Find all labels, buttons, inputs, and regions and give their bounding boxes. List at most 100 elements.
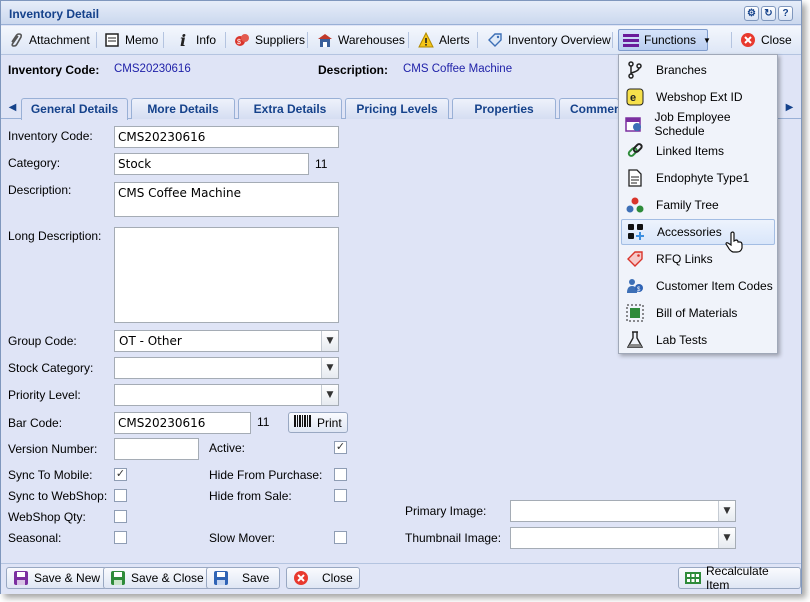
header-code-value: CMS20230616 (114, 63, 191, 75)
rfq-tag-icon (624, 248, 646, 270)
menu-item-bill-of-materials[interactable]: Bill of Materials (621, 300, 775, 326)
warehouse-icon (317, 32, 333, 48)
hide-from-sale-checkbox[interactable] (334, 489, 347, 502)
link-icon (624, 140, 646, 162)
accessories-icon (625, 221, 647, 243)
group-code-select[interactable]: OT - Other ▼ (114, 330, 339, 352)
menu-item-rfq-links[interactable]: RFQ Links (621, 246, 775, 272)
menu-item-lab-tests[interactable]: Lab Tests (621, 327, 775, 353)
priority-level-label: Priority Level: (8, 388, 81, 402)
bar-code-label: Bar Code: (8, 416, 63, 430)
menu-item-branches[interactable]: Branches (621, 57, 775, 83)
hide-from-purchase-label: Hide From Purchase: (209, 468, 323, 482)
stock-category-label: Stock Category: (8, 361, 94, 375)
warehouses-button[interactable]: Warehouses (313, 29, 409, 51)
toolbar: Attachment Memo i Info $ Suppliers Wareh… (1, 26, 801, 55)
category-field[interactable]: Stock (114, 153, 309, 175)
svg-text:$: $ (237, 39, 241, 46)
webshop-qty-checkbox[interactable] (114, 510, 127, 523)
version-number-field[interactable] (114, 438, 199, 460)
inventory-overview-button[interactable]: Inventory Overview (483, 29, 615, 51)
chevron-down-icon: ▼ (703, 35, 711, 45)
menu-item-webshop-ext-id[interactable]: e Webshop Ext ID (621, 84, 775, 110)
chevron-down-icon[interactable]: ▼ (321, 331, 338, 351)
tab-scroll-left-icon[interactable]: ◀ (5, 98, 20, 118)
tab-pricing-levels[interactable]: Pricing Levels (345, 98, 449, 119)
sync-mobile-label: Sync To Mobile: (8, 468, 93, 482)
save-close-icon (110, 570, 126, 586)
family-tree-icon (624, 194, 646, 216)
sync-mobile-checkbox[interactable]: ✓ (114, 468, 127, 481)
slow-mover-checkbox[interactable] (334, 531, 347, 544)
save-close-button[interactable]: Save & Close (103, 567, 211, 589)
title-bar: Inventory Detail ⚙ ↻ ? (1, 1, 801, 25)
active-label: Active: (209, 441, 246, 455)
chevron-down-icon[interactable]: ▼ (321, 385, 338, 405)
thumbnail-image-select[interactable]: ▼ (510, 527, 736, 549)
hide-from-sale-label: Hide from Sale: (209, 489, 292, 503)
functions-dropdown-menu: Branches e Webshop Ext ID Job Employee S… (618, 54, 778, 354)
group-code-label: Group Code: (8, 334, 77, 348)
close-button[interactable]: Close (286, 567, 360, 589)
suppliers-button[interactable]: $ Suppliers (230, 29, 309, 51)
description-field[interactable]: CMS Coffee Machine (114, 182, 339, 217)
active-checkbox[interactable]: ✓ (334, 441, 347, 454)
save-new-button[interactable]: Save & New (6, 567, 108, 589)
branches-icon (624, 59, 646, 81)
chevron-down-icon[interactable]: ▼ (321, 358, 338, 378)
attachment-button[interactable]: Attachment (4, 29, 94, 51)
alerts-button[interactable]: Alerts (414, 29, 474, 51)
toolbar-close-button[interactable]: Close (736, 29, 796, 51)
memo-icon (104, 32, 120, 48)
close-icon (293, 570, 309, 586)
flask-icon (624, 329, 646, 351)
barcode-icon (294, 415, 312, 430)
menu-item-linked-items[interactable]: Linked Items (621, 138, 775, 164)
chevron-down-icon[interactable]: ▼ (718, 501, 735, 521)
help-icon[interactable]: ? (778, 6, 793, 21)
priority-level-select[interactable]: ▼ (114, 384, 339, 406)
paperclip-icon (8, 32, 24, 48)
tab-general-details[interactable]: General Details (21, 98, 128, 120)
seasonal-checkbox[interactable] (114, 531, 127, 544)
webshop-icon: e (624, 86, 646, 108)
tab-more-details[interactable]: More Details (131, 98, 235, 119)
menu-item-accessories[interactable]: Accessories (621, 219, 775, 253)
header-description-label: Description: (318, 63, 389, 77)
bill-of-materials-icon (624, 302, 646, 324)
svg-text:e: e (630, 92, 636, 104)
print-barcode-button[interactable]: Print (288, 412, 348, 433)
document-icon (624, 167, 646, 189)
calculator-icon (685, 570, 701, 586)
bar-code-count: 11 (257, 415, 270, 429)
slow-mover-label: Slow Mover: (209, 531, 276, 545)
hide-from-purchase-checkbox[interactable] (334, 468, 347, 481)
sync-webshop-checkbox[interactable] (114, 489, 127, 502)
menu-item-endophyte-type1[interactable]: Endophyte Type1 (621, 165, 775, 191)
stock-category-select[interactable]: ▼ (114, 357, 339, 379)
recalculate-item-button[interactable]: Recalculate Item (678, 564, 801, 592)
category-label: Category: (8, 156, 61, 170)
primary-image-label: Primary Image: (405, 504, 487, 518)
tab-scroll-right-icon[interactable]: ▶ (782, 98, 797, 118)
inventory-code-field[interactable]: CMS20230616 (114, 126, 339, 148)
primary-image-select[interactable]: ▼ (510, 500, 736, 522)
tab-properties[interactable]: Properties (452, 98, 556, 119)
info-button[interactable]: i Info (171, 29, 220, 51)
settings-icon[interactable]: ⚙ (744, 6, 759, 21)
tab-comments[interactable]: Commen (559, 98, 619, 119)
category-count: 11 (315, 157, 328, 171)
long-description-field[interactable] (114, 227, 339, 323)
chevron-down-icon[interactable]: ▼ (718, 528, 735, 548)
menu-item-customer-item-codes[interactable]: $ Customer Item Codes (621, 273, 775, 299)
functions-button[interactable]: Functions ▼ (618, 29, 711, 51)
suppliers-icon: $ (234, 32, 250, 48)
save-button[interactable]: Save (206, 567, 280, 589)
tab-extra-details[interactable]: Extra Details (238, 98, 342, 119)
menu-item-family-tree[interactable]: Family Tree (621, 192, 775, 218)
refresh-icon[interactable]: ↻ (761, 6, 776, 21)
bar-code-field[interactable]: CMS20230616 (114, 412, 251, 434)
memo-button[interactable]: Memo (100, 29, 162, 51)
menu-item-job-employee-schedule[interactable]: Job Employee Schedule (621, 110, 775, 138)
window-title: Inventory Detail (9, 7, 100, 21)
